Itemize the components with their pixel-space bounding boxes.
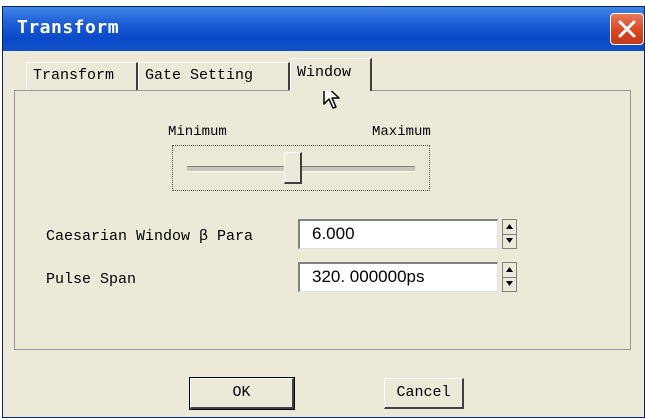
tab-gate-setting[interactable]: Gate Setting: [138, 62, 290, 90]
title-bar[interactable]: Transform: [3, 7, 644, 51]
cancel-button[interactable]: Cancel: [384, 378, 464, 409]
pulse-span-label: Pulse Span: [46, 271, 137, 288]
spin-up-icon[interactable]: [503, 220, 516, 235]
close-button[interactable]: [610, 13, 644, 45]
caesarian-spinner[interactable]: [502, 219, 517, 249]
slider-min-label: Minimum: [168, 124, 227, 140]
window-title: Transform: [17, 17, 120, 38]
slider-thumb[interactable]: [283, 152, 302, 184]
close-icon: [618, 20, 636, 38]
caesarian-input[interactable]: 6.000: [298, 219, 498, 249]
ok-button[interactable]: OK: [189, 377, 295, 410]
pulse-span-input[interactable]: 320. 000000ps: [298, 262, 498, 292]
spin-down-icon[interactable]: [503, 234, 516, 248]
pulse-span-spinner[interactable]: [502, 262, 517, 292]
slider-max-label: Maximum: [372, 124, 431, 140]
window-slider[interactable]: [172, 145, 430, 191]
spin-up-icon[interactable]: [503, 263, 516, 278]
tab-window[interactable]: Window: [290, 58, 372, 91]
tab-transform[interactable]: Transform: [26, 62, 138, 90]
caesarian-label: Caesarian Window β Para: [46, 228, 254, 245]
spin-down-icon[interactable]: [503, 277, 516, 291]
